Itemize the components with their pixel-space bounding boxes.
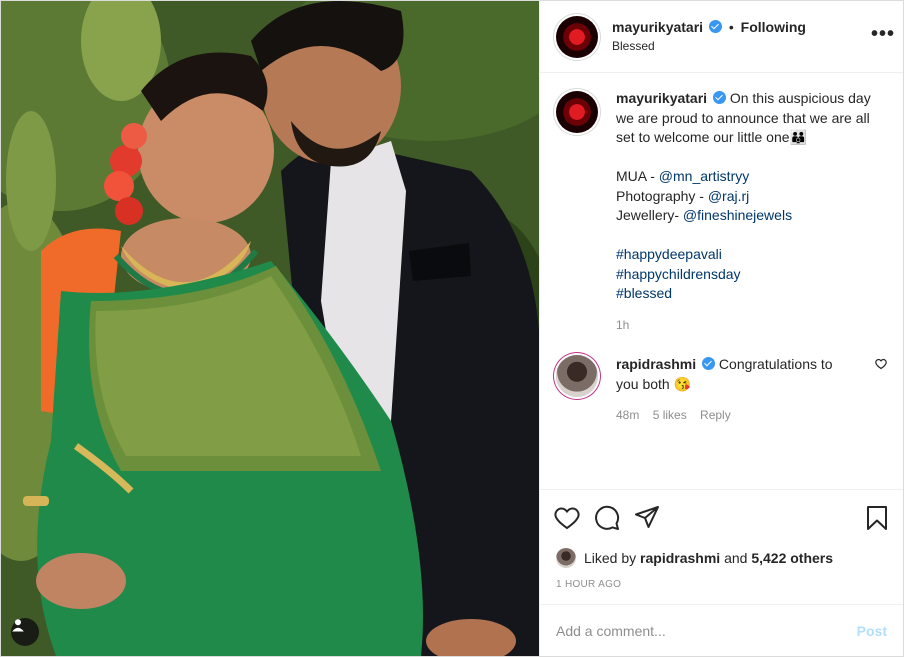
credit-line: Jewellery- @fineshinejewels (616, 207, 793, 223)
comment-icon[interactable] (594, 505, 620, 531)
post-comment-button[interactable]: Post (857, 623, 887, 639)
likes-summary: Liked by rapidrashmi and 5,422 others (540, 545, 903, 571)
comment-like-icon[interactable] (875, 357, 887, 373)
user-icon (12, 619, 24, 632)
caption-username[interactable]: mayurikyatari (616, 90, 707, 106)
comment-likes[interactable]: 5 likes (653, 408, 687, 422)
post-header: mayurikyatari • Following Blessed ••• (540, 1, 903, 73)
couple-photo-illustration (1, 1, 539, 656)
reply-button[interactable]: Reply (700, 408, 731, 422)
hashtag-link[interactable]: #happychildrensday (616, 266, 741, 282)
comment-time[interactable]: 48m (616, 408, 639, 422)
comment-meta: 48m 5 likes Reply (616, 406, 856, 426)
mention-link[interactable]: @fineshinejewels (683, 207, 792, 223)
post-sidebar: mayurikyatari • Following Blessed ••• ma… (539, 1, 903, 656)
post-photo[interactable] (1, 1, 539, 656)
commenter-avatar[interactable] (556, 355, 598, 397)
hashtag-link[interactable]: #blessed (616, 285, 672, 301)
liker-avatar[interactable] (556, 548, 576, 568)
verified-icon (708, 20, 722, 34)
verified-icon (702, 357, 716, 370)
comment-input[interactable] (556, 622, 857, 639)
comments-area[interactable]: mayurikyatari On this auspicious day we … (540, 73, 903, 489)
add-comment-bar: Post (540, 604, 903, 656)
mention-link[interactable]: @mn_artistryy (659, 168, 749, 184)
separator-dot: • (728, 19, 734, 36)
post-actions (540, 489, 903, 545)
following-button[interactable]: Following (741, 19, 806, 35)
bookmark-icon[interactable] (865, 505, 889, 534)
caption-avatar[interactable] (556, 91, 598, 133)
hashtag-link[interactable]: #happydeepavali (616, 246, 722, 262)
tagged-user-button[interactable] (11, 618, 39, 646)
caption-row: mayurikyatari On this auspicious day we … (556, 89, 887, 335)
likes-text: Liked by rapidrashmi and 5,422 others (584, 550, 834, 566)
heart-icon[interactable] (554, 506, 580, 530)
author-username[interactable]: mayurikyatari (612, 19, 703, 35)
mention-link[interactable]: @raj.rj (708, 188, 749, 204)
liker-username[interactable]: rapidrashmi (640, 550, 720, 566)
header-meta: mayurikyatari • Following Blessed (612, 19, 806, 53)
more-options-icon[interactable]: ••• (871, 23, 895, 46)
credit-line: Photography - @raj.rj (616, 187, 750, 204)
post-modal: mayurikyatari • Following Blessed ••• ma… (0, 0, 904, 657)
caption-time[interactable]: 1h (616, 316, 887, 336)
comment-item: rapidrashmi Congratulations to you both … (556, 355, 887, 426)
caption-text: mayurikyatari On this auspicious day we … (616, 89, 887, 335)
comment-text: rapidrashmi Congratulations to you both … (616, 355, 856, 426)
share-icon[interactable] (634, 505, 660, 531)
commenter-username[interactable]: rapidrashmi (616, 356, 696, 372)
location-link[interactable]: Blessed (612, 39, 806, 53)
credit-line: MUA - @mn_artistryy (616, 168, 750, 184)
verified-icon (712, 91, 726, 104)
author-avatar[interactable] (556, 15, 598, 58)
post-timestamp[interactable]: 1 HOUR AGO (540, 571, 903, 604)
likes-count[interactable]: 5,422 others (751, 550, 833, 566)
